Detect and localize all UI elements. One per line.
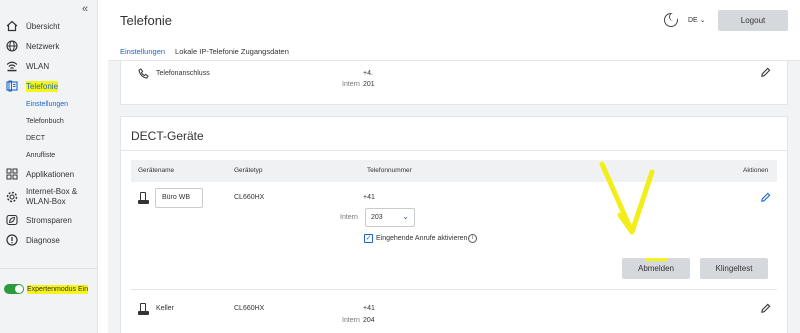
alert-icon [5, 233, 19, 247]
phone-connection-intern-value: 201 [363, 81, 375, 88]
dect-divider [120, 150, 788, 151]
dect-handset-icon [138, 192, 149, 204]
device-name-field[interactable]: Büro WB [155, 188, 203, 208]
edit-pencil-icon[interactable] [760, 192, 771, 206]
sidebar: « Übersicht Netzwerk WLAN Telefonie Eins… [0, 0, 98, 333]
ring-test-button[interactable]: Klingeltest [700, 258, 768, 279]
expert-mode-label: Expertenmodus Ein [27, 284, 89, 294]
gear-icon [5, 190, 19, 204]
tab-settings[interactable]: Einstellungen [120, 47, 166, 61]
highlight-mark [645, 258, 667, 261]
apps-icon [5, 167, 19, 181]
sidebar-item-label: WLAN [26, 61, 50, 71]
logout-button[interactable]: Logout [718, 10, 788, 31]
collapse-sidebar-icon[interactable]: « [82, 3, 88, 15]
home-icon [5, 19, 19, 33]
dect-table-header: Gerätename Gerätetyp Telefonnummer Aktio… [131, 160, 777, 182]
expert-mode-toggle[interactable] [4, 284, 24, 294]
device-number: +41 [363, 194, 375, 201]
sidebar-item-label: Telefonie [26, 80, 59, 92]
dect-card [120, 116, 788, 333]
sidebar-item-label: Übersicht [26, 21, 60, 31]
deregister-button[interactable]: Abmelden [622, 258, 690, 279]
page-title: Telefonie [120, 13, 173, 28]
row-divider [131, 289, 777, 290]
column-header-number: Telefonnummer [367, 167, 412, 174]
sidebar-item-network[interactable]: Netzwerk [0, 36, 98, 56]
device-name: Keller [156, 305, 174, 312]
sidebar-item-label: Stromsparen [26, 215, 72, 225]
sidebar-item-label: Internet-Box & WLAN-Box [26, 187, 78, 206]
dect-title: DECT-Geräte [131, 129, 204, 143]
sidebar-item-label: Netzwerk [26, 41, 60, 51]
leaf-icon [5, 213, 19, 227]
edit-pencil-icon[interactable] [760, 67, 771, 81]
sidebar-item-diagnosis[interactable]: Diagnose [0, 230, 98, 250]
column-header-actions: Aktionen [743, 167, 769, 174]
theme-toggle-icon[interactable] [664, 13, 678, 27]
sidebar-subitem-settings[interactable]: Einstellungen [0, 96, 98, 113]
incoming-calls-label: Eingehende Anrufe aktivieren [376, 235, 468, 242]
sidebar-item-wlan[interactable]: WLAN [0, 56, 98, 76]
phone-connection-card [120, 61, 788, 105]
expert-mode[interactable]: Expertenmodus Ein [4, 284, 89, 294]
sidebar-subitem-dect[interactable]: DECT [0, 130, 98, 147]
tab-bar: Einstellungen Lokale IP-Telefonie Zugang… [120, 47, 299, 61]
phone-connection-label: Telefonanschluss [156, 70, 210, 77]
device-number: +41 [363, 305, 375, 312]
column-header-name: Gerätename [138, 167, 175, 174]
dect-handset-icon [138, 303, 149, 315]
info-icon[interactable]: i [468, 234, 477, 243]
tab-ip-telephony-credentials[interactable]: Lokale IP-Telefonie Zugangsdaten [175, 47, 289, 61]
globe-icon [5, 39, 19, 53]
edit-pencil-icon[interactable] [760, 303, 771, 317]
sidebar-item-applications[interactable]: Applikationen [0, 164, 98, 184]
wifi-icon [5, 59, 19, 73]
device-intern-label: Intern [340, 214, 358, 221]
column-header-type: Gerätetyp [234, 167, 263, 174]
incoming-calls-checkbox[interactable]: ✓ [364, 234, 373, 243]
sidebar-divider [0, 268, 98, 269]
chevron-down-icon: ⌄ [699, 17, 706, 24]
device-intern-label: Intern [342, 317, 360, 324]
telephony-icon [5, 79, 19, 93]
sidebar-item-power-saving[interactable]: Stromsparen [0, 210, 98, 230]
sidebar-item-label: Diagnose [26, 235, 60, 245]
deregister-button-label: Abmelden [637, 264, 675, 273]
sidebar-item-internet-box[interactable]: Internet-Box & WLAN-Box [0, 184, 98, 210]
sidebar-nav: Übersicht Netzwerk WLAN Telefonie Einste… [0, 16, 98, 250]
device-type: CL660HX [234, 305, 265, 312]
sidebar-item-overview[interactable]: Übersicht [0, 16, 98, 36]
phone-connection-intern-label: Intern [342, 81, 360, 88]
intern-number-select[interactable]: 203 ⌄ [365, 208, 415, 227]
intern-number-value: 203 [371, 214, 383, 221]
language-value: DE [688, 17, 698, 24]
phone-icon [138, 68, 149, 82]
device-type: CL660HX [234, 194, 265, 201]
sidebar-item-telephony[interactable]: Telefonie [0, 76, 98, 96]
language-select[interactable]: DE ⌄ [688, 16, 706, 24]
chevron-down-icon: ⌄ [402, 212, 409, 221]
sidebar-subitem-phonebook[interactable]: Telefonbuch [0, 113, 98, 130]
device-intern-value: 204 [363, 317, 375, 324]
sidebar-item-label: Applikationen [26, 169, 75, 179]
sidebar-subitem-calllist[interactable]: Anrufliste [0, 147, 98, 164]
phone-connection-number: +4. [363, 70, 373, 77]
